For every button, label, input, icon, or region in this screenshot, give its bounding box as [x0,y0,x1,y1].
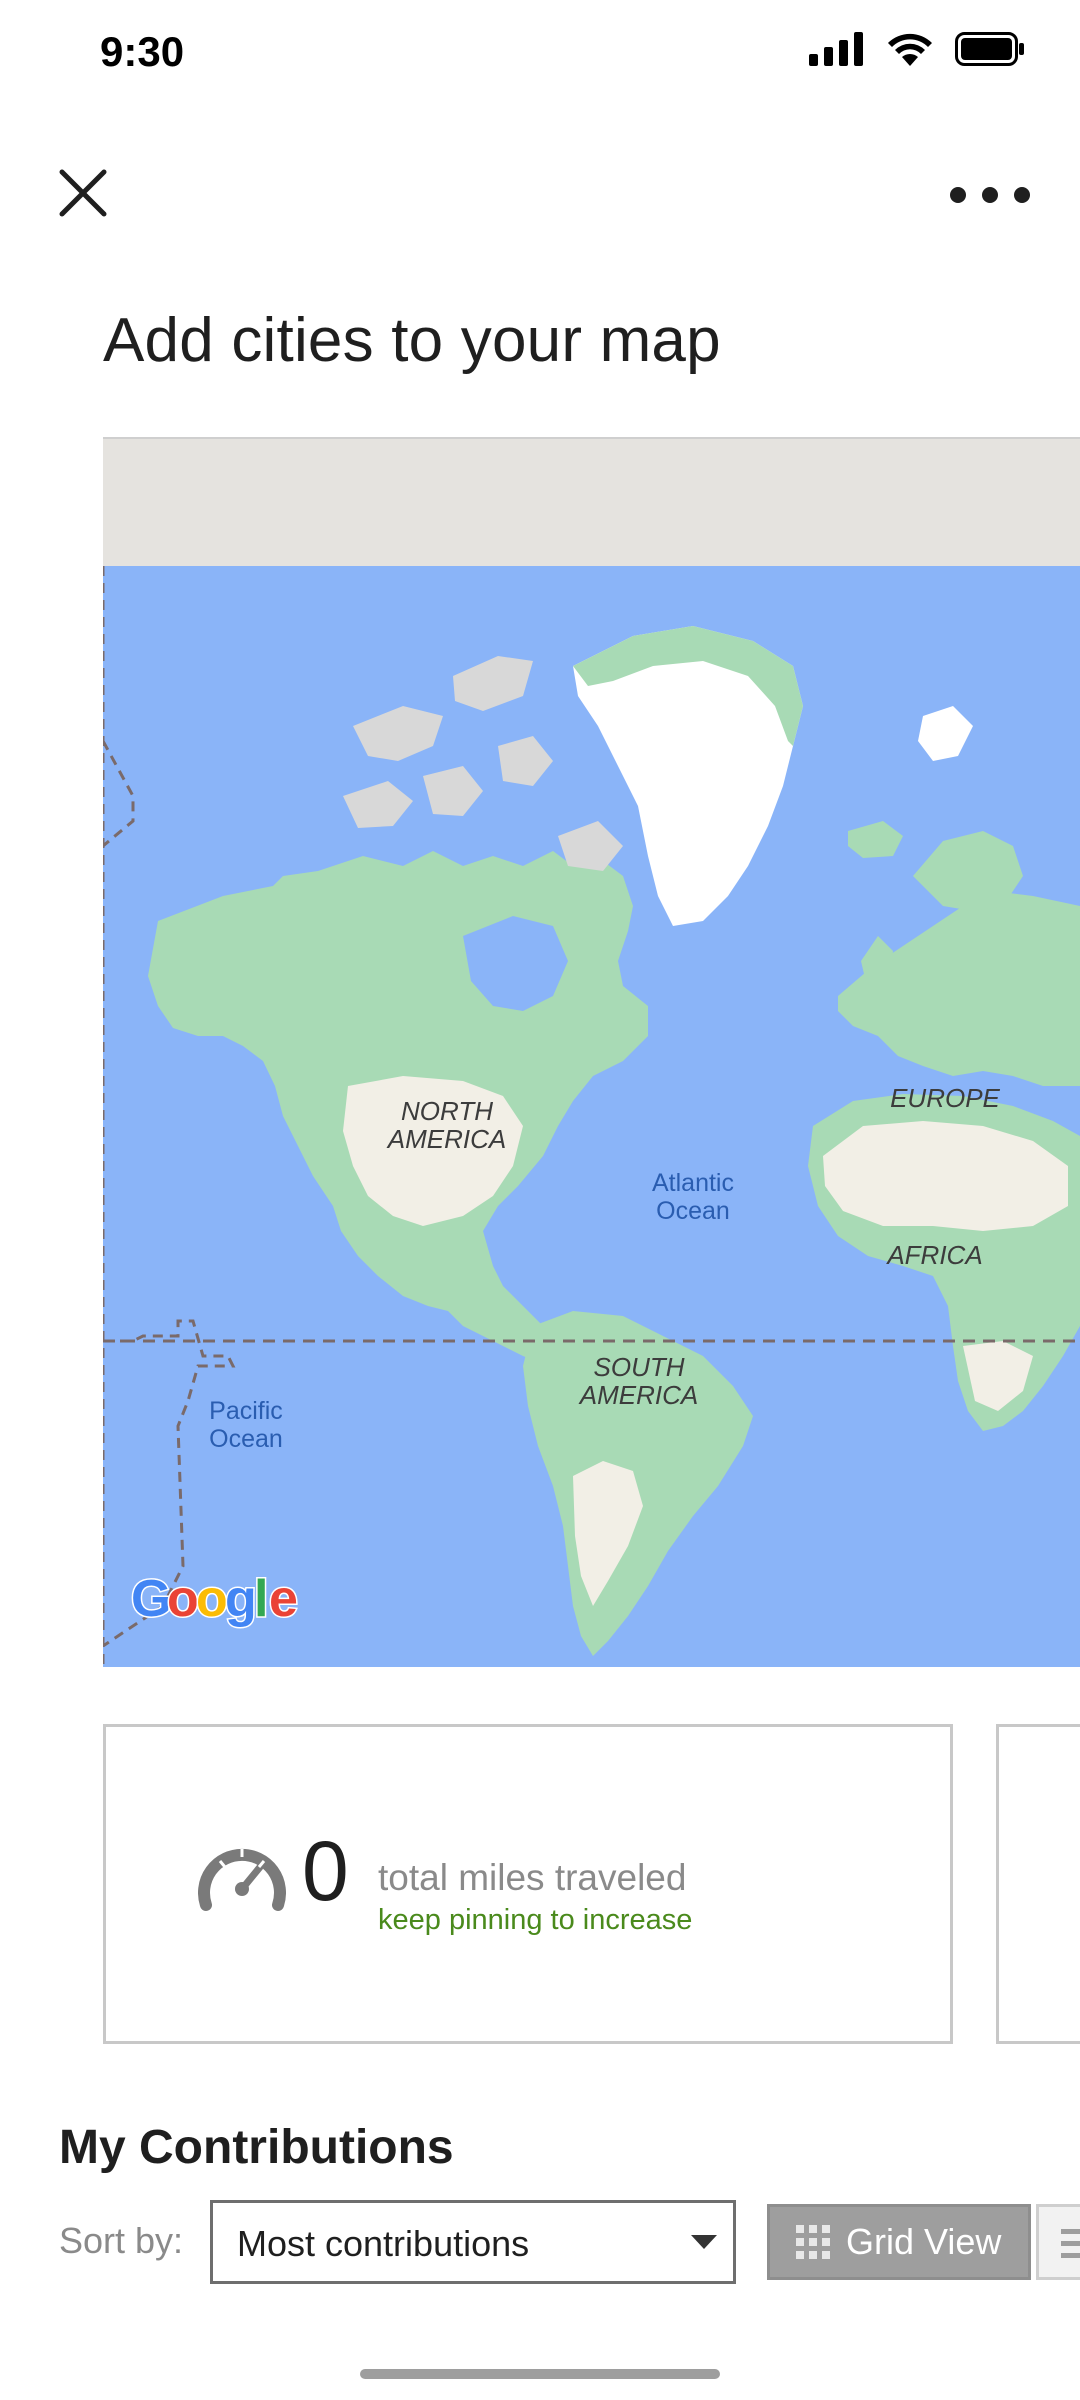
battery-icon [955,32,1024,66]
close-button[interactable] [50,160,116,226]
status-time: 9:30 [100,28,185,75]
cellular-signal-icon [809,32,863,66]
label-north-america-2: AMERICA [386,1124,506,1154]
page-title: Add cities to your map [103,306,721,375]
svg-text:G: G [131,1570,171,1628]
contributions-heading: My Contributions [59,2121,454,2174]
label-europe: EUROPE [890,1083,1000,1113]
label-north-america-1: NORTH [401,1096,493,1126]
status-icons [809,32,1025,66]
more-dot [982,187,998,203]
speedometer-icon [198,1848,286,1911]
sort-selected-value: Most contributions [237,2223,530,2264]
svg-text:o: o [167,1570,199,1628]
next-stats-card[interactable] [996,1724,1080,2044]
label-africa: AFRICA [885,1240,982,1270]
list-view-button[interactable] [1036,2204,1080,2280]
miles-traveled-card: 0 total miles traveled keep pinning to i… [103,1724,953,2044]
miles-sublabel: keep pinning to increase [378,1904,693,1936]
map-canvas[interactable]: NORTH AMERICA SOUTH AMERICA EUROPE AFRIC… [103,566,1080,1667]
miles-label: total miles traveled [378,1857,687,1898]
label-pacific-1: Pacific [209,1397,283,1425]
grid-view-label: Grid View [846,2221,1002,2262]
label-south-america-2: AMERICA [578,1380,698,1410]
more-dot [950,187,966,203]
label-atlantic-1: Atlantic [652,1169,734,1197]
world-map[interactable]: NORTH AMERICA SOUTH AMERICA EUROPE AFRIC… [103,437,1080,1667]
wifi-icon [888,33,932,66]
svg-text:g: g [225,1570,257,1628]
label-south-america-1: SOUTH [594,1352,685,1382]
label-atlantic-2: Ocean [656,1197,730,1225]
miles-value: 0 [302,1824,349,1918]
status-bar: 9:30 [0,0,1080,110]
svg-text:l: l [254,1570,268,1628]
svg-text:o: o [196,1570,228,1628]
google-logo: G o o g l e [130,1569,300,1630]
grid-icon [796,2225,830,2259]
grid-view-button[interactable]: Grid View [767,2204,1031,2280]
more-options-button[interactable] [950,170,1030,220]
map-top-padding [103,439,1080,566]
label-pacific-2: Ocean [209,1425,283,1453]
page: 9:30 Add cities to your map NORTH AMERIC… [0,0,1080,2400]
home-indicator [360,2369,720,2379]
sort-dropdown[interactable]: Most contributions [210,2200,736,2284]
svg-text:e: e [269,1570,298,1628]
close-icon [59,169,107,217]
caret-down-icon [691,2235,717,2249]
more-dot [1014,187,1030,203]
sort-label: Sort by: [59,2220,184,2261]
